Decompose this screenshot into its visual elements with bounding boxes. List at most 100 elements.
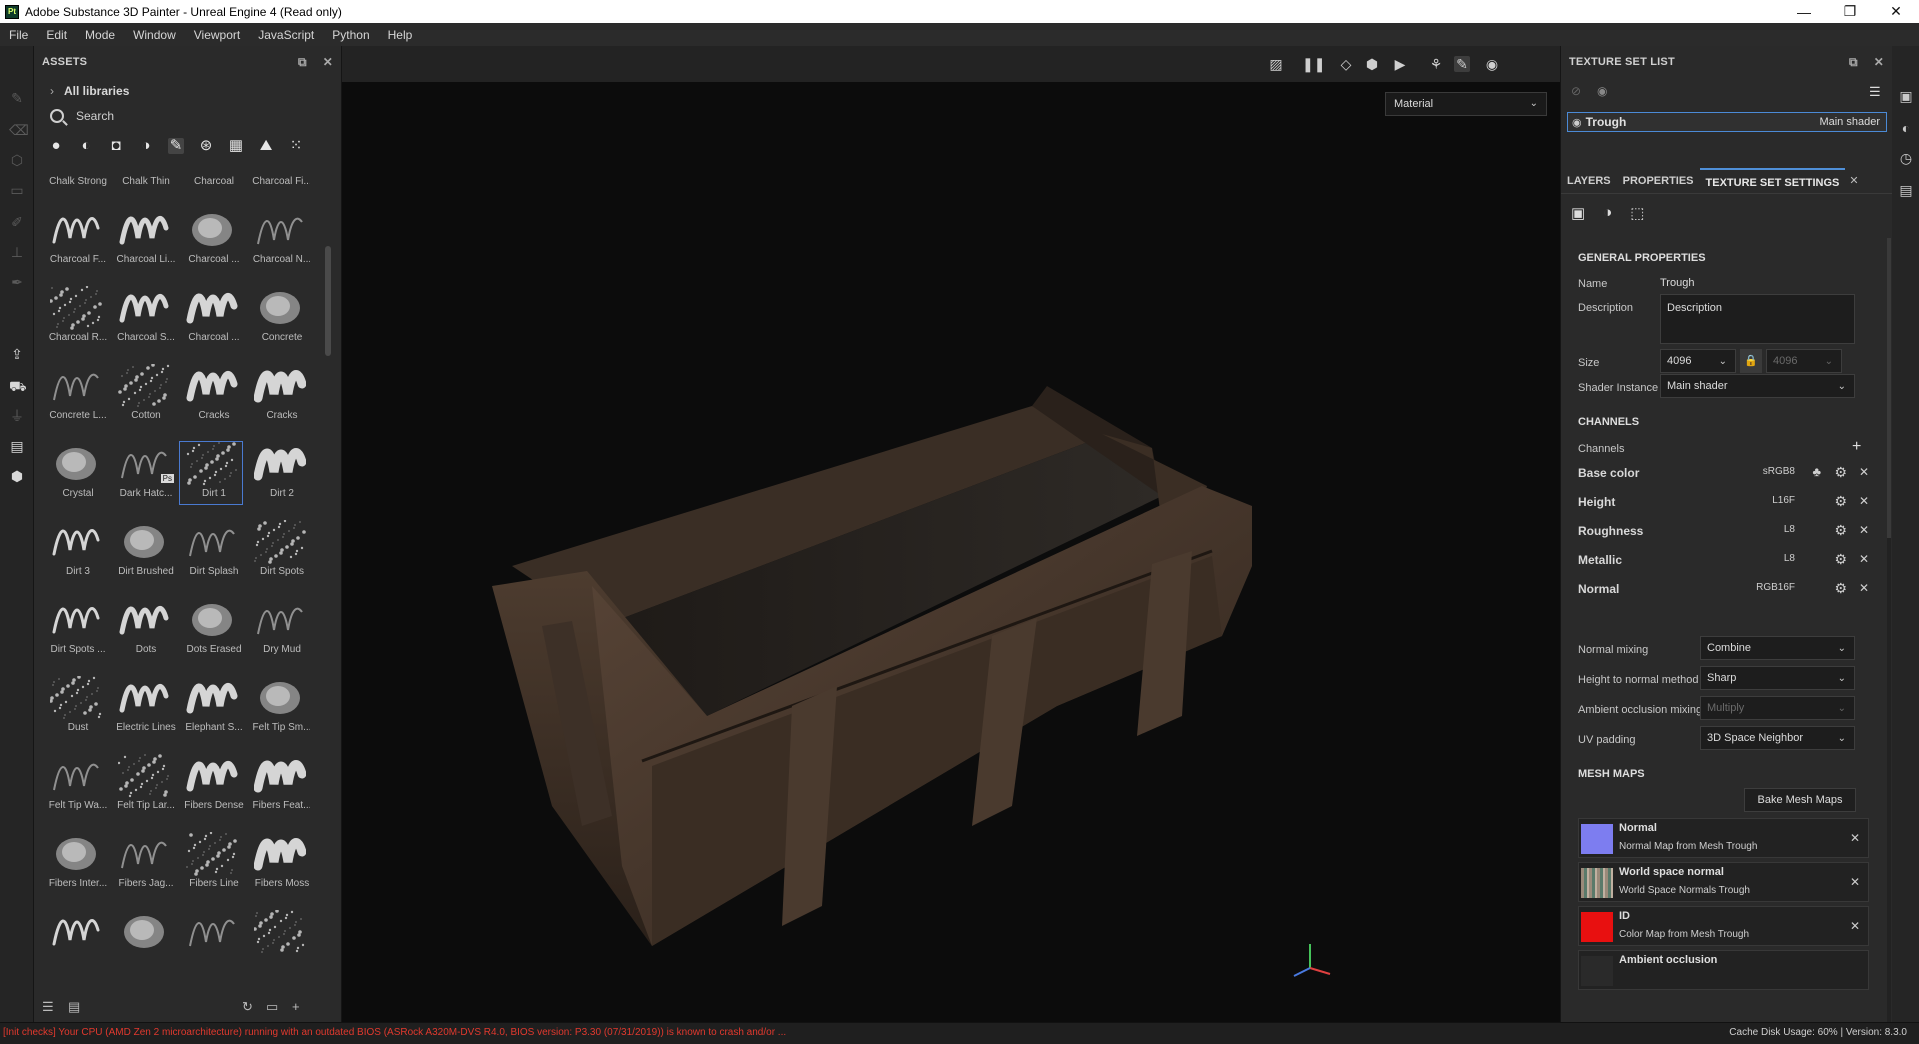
bake-icon[interactable]: ⛟ bbox=[9, 378, 27, 394]
bake-settings-icon[interactable]: ▣ bbox=[1571, 204, 1585, 222]
asset-item[interactable] bbox=[180, 910, 242, 972]
asset-item[interactable]: Concrete bbox=[248, 286, 310, 348]
tab-texture-set-settings[interactable]: TEXTURE SET SETTINGS bbox=[1699, 167, 1846, 194]
clone-stamp-icon[interactable]: ⊥ bbox=[9, 244, 25, 260]
brushes-filter-icon[interactable]: ✎ bbox=[168, 138, 184, 154]
channel-row[interactable]: Height L16F ⚙ ✕ bbox=[1578, 493, 1873, 519]
asset-item[interactable]: Fibers Feat... bbox=[248, 754, 310, 816]
status-message[interactable]: [Init checks] Your CPU (AMD Zen 2 microa… bbox=[3, 1027, 786, 1038]
particles-filter-icon[interactable]: ⊛ bbox=[198, 138, 214, 154]
tab-layers[interactable]: LAYERS bbox=[1561, 168, 1617, 194]
gear-icon[interactable]: ⚙ bbox=[1834, 522, 1847, 539]
close-icon[interactable]: ✕ bbox=[1859, 581, 1869, 595]
close-icon[interactable]: ✕ bbox=[1859, 523, 1869, 537]
asset-item[interactable] bbox=[44, 910, 106, 972]
color-picker-icon[interactable]: ✒ bbox=[9, 274, 25, 290]
float-icon[interactable]: ⧉ bbox=[298, 55, 307, 70]
channel-format[interactable]: sRGB8 bbox=[1763, 466, 1795, 477]
library-icon[interactable]: ⬢ bbox=[9, 468, 25, 484]
menu-javascript[interactable]: JavaScript bbox=[249, 28, 323, 42]
asset-item[interactable]: Felt Tip Wa... bbox=[44, 754, 107, 816]
hide-ui-icon[interactable]: ▨ bbox=[1268, 56, 1284, 72]
asset-item[interactable]: Charcoal Fi... bbox=[248, 174, 310, 192]
uv-icon[interactable]: ⬚ bbox=[1630, 204, 1644, 222]
description-field[interactable]: Description bbox=[1660, 294, 1855, 344]
add-channel-button[interactable]: + bbox=[1852, 438, 1861, 456]
asset-item[interactable]: Chalk Strong bbox=[44, 174, 107, 192]
paint-brush-icon[interactable]: ✎ bbox=[9, 90, 25, 106]
menu-file[interactable]: File bbox=[0, 28, 37, 42]
3d-view-icon[interactable]: ⬢ bbox=[1364, 56, 1380, 72]
mesh-map-item[interactable]: Normal Normal Map from Mesh Trough ✕ bbox=[1578, 818, 1869, 858]
history-icon[interactable]: ◷ bbox=[1898, 150, 1914, 166]
mesh-map-item[interactable]: ID Color Map from Mesh Trough ✕ bbox=[1578, 906, 1869, 946]
channel-format[interactable]: L16F bbox=[1772, 495, 1795, 506]
asset-item[interactable]: Felt Tip Sm... bbox=[248, 676, 310, 738]
asset-item[interactable] bbox=[248, 909, 310, 972]
channel-row[interactable]: Roughness L8 ⚙ ✕ bbox=[1578, 522, 1873, 548]
asset-item[interactable]: Fibers Inter... bbox=[44, 832, 107, 894]
shader-settings-icon[interactable]: ◐ bbox=[1898, 120, 1914, 136]
color-profile-icon[interactable]: ♣ bbox=[1812, 464, 1821, 479]
eraser-icon[interactable]: ⌫ bbox=[9, 122, 29, 138]
size-select[interactable]: 4096 ⌄ bbox=[1660, 349, 1736, 373]
shader-icon[interactable]: ◑ bbox=[1603, 204, 1612, 222]
search-input[interactable]: Search bbox=[34, 104, 341, 128]
asset-item[interactable]: Charcoal S... bbox=[112, 286, 175, 348]
close-icon[interactable]: ✕ bbox=[323, 55, 333, 70]
asset-item[interactable]: Charcoal Li... bbox=[112, 208, 175, 270]
asset-item[interactable]: Chalk Thin bbox=[112, 174, 174, 192]
minimize-button[interactable]: — bbox=[1781, 0, 1827, 23]
tab-close-icon[interactable]: ✕ bbox=[1845, 168, 1862, 194]
breadcrumb[interactable]: › All libraries bbox=[34, 78, 341, 104]
refresh-icon[interactable]: ↻ bbox=[242, 999, 253, 1015]
alphas-filter-icon[interactable]: ◘ bbox=[108, 138, 124, 154]
uv-padding-select[interactable]: 3D Space Neighbor ⌄ bbox=[1700, 726, 1855, 750]
name-value[interactable]: Trough bbox=[1660, 277, 1694, 289]
geometry-mask-icon[interactable]: ▭ bbox=[9, 182, 25, 198]
asset-item[interactable]: Fibers Jag... bbox=[112, 832, 174, 894]
channel-row[interactable]: Metallic L8 ⚙ ✕ bbox=[1578, 551, 1873, 577]
close-icon[interactable]: ✕ bbox=[1859, 552, 1869, 566]
asset-item[interactable]: Dirt Splash bbox=[180, 520, 242, 582]
materials-filter-icon[interactable]: ● bbox=[48, 138, 64, 154]
asset-item[interactable]: Dark Hatc... Ps bbox=[112, 442, 174, 504]
smart-materials-filter-icon[interactable]: ◐ bbox=[78, 138, 94, 154]
asset-item[interactable]: Charcoal ... bbox=[180, 208, 242, 270]
asset-item[interactable]: Electric Lines bbox=[112, 676, 176, 738]
asset-item[interactable]: Charcoal R... bbox=[44, 285, 107, 348]
asset-item[interactable]: Dry Mud bbox=[248, 598, 310, 660]
textures-filter-icon[interactable]: ▦ bbox=[228, 138, 244, 154]
mesh-map-item[interactable]: World space normal World Space Normals T… bbox=[1578, 862, 1869, 902]
texture-set-row[interactable]: ◉ Trough Main shader bbox=[1567, 112, 1887, 132]
menu-window[interactable]: Window bbox=[124, 28, 185, 42]
list-view-icon[interactable]: ☰ bbox=[42, 999, 54, 1015]
menu-edit[interactable]: Edit bbox=[37, 28, 76, 42]
symmetry-icon[interactable]: ⚘ bbox=[1428, 56, 1444, 72]
projection-icon[interactable]: ⬡ bbox=[9, 152, 25, 168]
procedurals-filter-icon[interactable]: ◑ bbox=[138, 138, 154, 154]
asset-item[interactable]: Fibers Moss bbox=[248, 832, 310, 894]
channel-row[interactable]: Base color sRGB8 ♣ ⚙ ✕ bbox=[1578, 464, 1873, 490]
gear-icon[interactable]: ⚙ bbox=[1834, 580, 1847, 597]
log-icon[interactable]: ▤ bbox=[1898, 182, 1914, 198]
visibility-off-icon[interactable]: ⊘ bbox=[1571, 84, 1581, 98]
asset-item[interactable]: Cotton bbox=[112, 363, 174, 426]
grid-view-icon[interactable]: ⁙ bbox=[288, 138, 304, 154]
asset-item[interactable]: Elephant S... bbox=[180, 676, 243, 738]
asset-item[interactable]: Fibers Line bbox=[180, 831, 242, 894]
close-icon[interactable]: ✕ bbox=[1859, 465, 1869, 479]
asset-item[interactable]: Dirt 1 bbox=[179, 441, 243, 505]
asset-item[interactable]: Charcoal F... bbox=[44, 208, 106, 270]
close-icon[interactable]: ✕ bbox=[1850, 875, 1860, 889]
environments-filter-icon[interactable]: ⛰ bbox=[258, 138, 274, 154]
menu-icon[interactable]: ☰ bbox=[1869, 84, 1881, 100]
asset-item[interactable] bbox=[112, 910, 174, 972]
asset-item[interactable]: Dots Erased bbox=[180, 598, 242, 660]
pause-icon[interactable]: ❚❚ bbox=[1302, 56, 1325, 72]
shelf-icon[interactable]: ▤ bbox=[9, 438, 25, 454]
asset-item[interactable]: Cracks bbox=[248, 364, 310, 426]
camera-icon[interactable]: ▶ bbox=[1392, 56, 1408, 72]
close-icon[interactable]: ✕ bbox=[1850, 919, 1860, 933]
asset-item[interactable]: Dust bbox=[44, 675, 106, 738]
